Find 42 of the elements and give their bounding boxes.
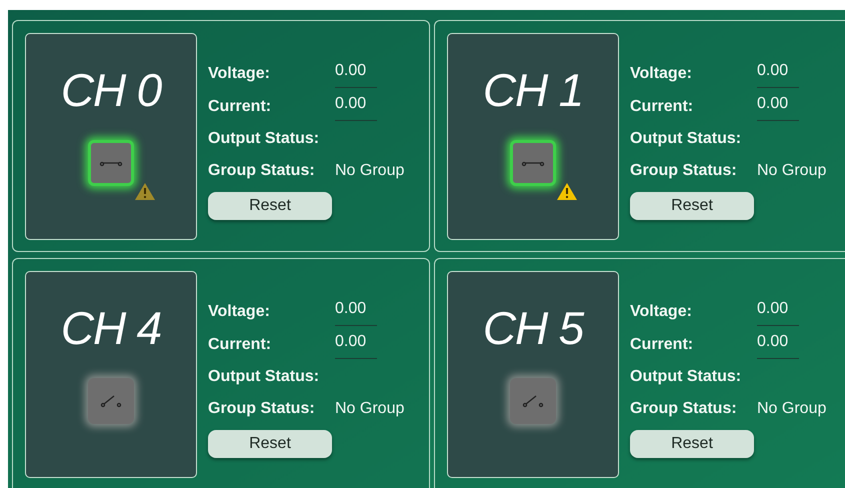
reset-button[interactable]: Reset — [630, 430, 754, 458]
field-label: Group Status: — [208, 160, 316, 180]
value-field: 0.00 — [335, 59, 377, 88]
status-value: No Group — [757, 160, 826, 180]
field-label: Group Status: — [630, 160, 738, 180]
reset-button[interactable]: Reset — [208, 430, 332, 458]
open-switch-icon — [521, 394, 545, 408]
value-field: 0.00 — [335, 92, 377, 121]
status-value: No Group — [335, 160, 404, 180]
channel-title: CH 0 — [60, 64, 162, 116]
status-value: No Group — [335, 398, 404, 418]
status-value: No Group — [757, 398, 826, 418]
value-field: 0.00 — [757, 92, 799, 121]
channel-title: CH 4 — [60, 302, 162, 354]
field-label: Voltage: — [630, 64, 693, 84]
value-field: 0.00 — [757, 59, 799, 88]
field-label: Current: — [208, 96, 272, 116]
switch-button[interactable] — [510, 140, 556, 186]
field-label: Current: — [630, 96, 694, 116]
field-label: Group Status: — [208, 398, 316, 418]
reset-button[interactable]: Reset — [630, 192, 754, 220]
value-field: 0.00 — [757, 330, 799, 359]
field-label: Current: — [630, 334, 694, 354]
field-label: Voltage: — [208, 64, 271, 84]
channel-title: CH 1 — [482, 64, 584, 116]
field-label: Output Status: — [208, 128, 320, 148]
field-label: Output Status: — [630, 128, 742, 148]
value-field: 0.00 — [757, 297, 799, 326]
switch-button[interactable] — [88, 378, 134, 424]
field-label: Output Status: — [208, 366, 320, 386]
field-label: Voltage: — [630, 302, 693, 322]
field-label: Voltage: — [208, 302, 271, 322]
reset-button[interactable]: Reset — [208, 192, 332, 220]
field-label: Output Status: — [630, 366, 742, 386]
open-switch-icon — [99, 394, 123, 408]
value-field: 0.00 — [335, 330, 377, 359]
switch-button[interactable] — [510, 378, 556, 424]
field-label: Current: — [208, 334, 272, 354]
field-label: Group Status: — [630, 398, 738, 418]
value-field: 0.00 — [335, 297, 377, 326]
switch-button[interactable] — [88, 140, 134, 186]
channel-title: CH 5 — [482, 302, 584, 354]
